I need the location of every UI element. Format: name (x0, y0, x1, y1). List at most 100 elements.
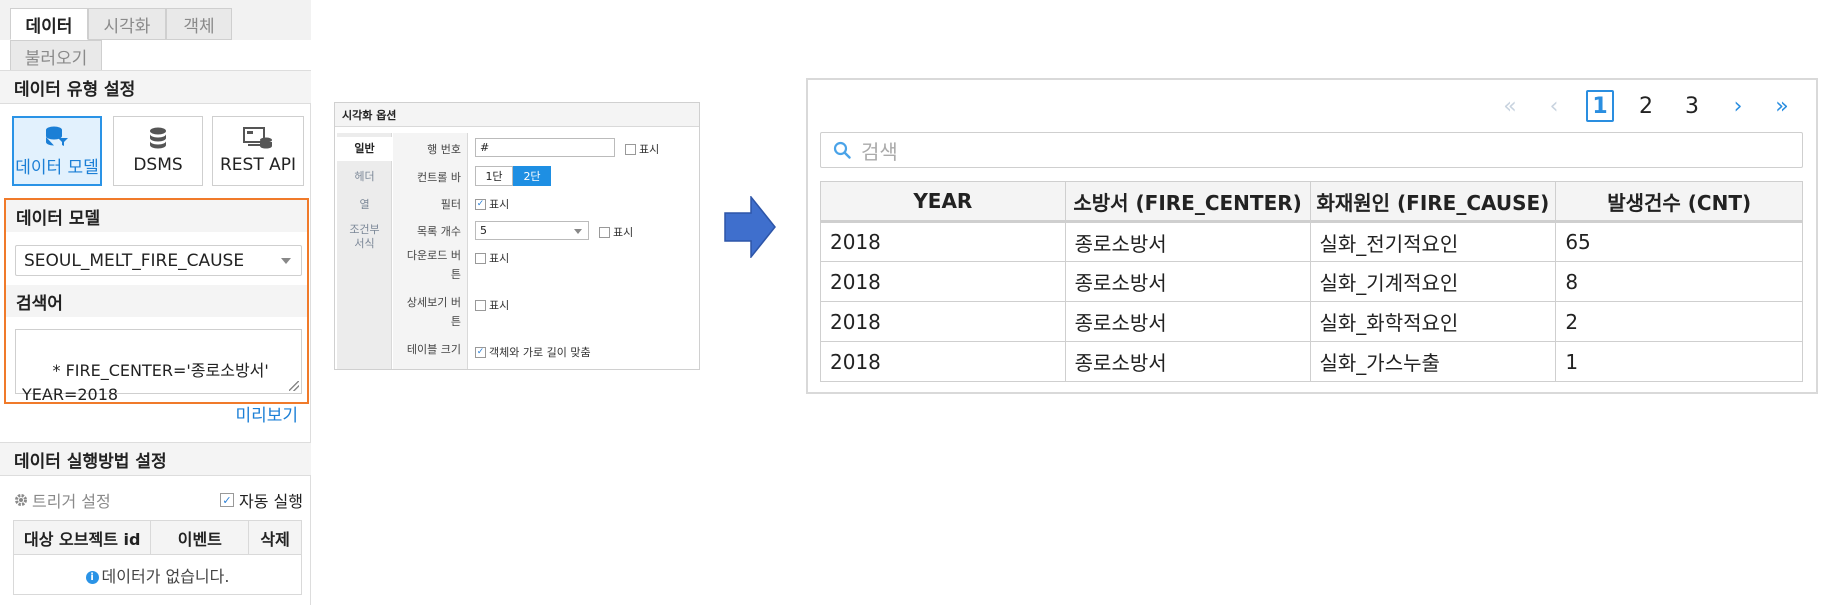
checkbox-unchecked-icon (475, 299, 486, 311)
trigger-row: 트리거 설정 ✓ 자동 실행 (0, 480, 311, 516)
list-count-show-checkbox[interactable]: 표시 (599, 224, 633, 240)
col-fire-cause[interactable]: 화재원인 (FIRE_CAUSE) (1309, 181, 1557, 223)
info-icon: i (85, 570, 99, 584)
tab-data[interactable]: 데이터 (10, 8, 88, 40)
type-data-model-button[interactable]: 데이터 모델 (12, 116, 102, 186)
table-row: 2018 종로소방서 실화_기계적요인 8 (820, 261, 1803, 302)
row-number-input[interactable]: # (475, 138, 615, 157)
tab-visualization[interactable]: 시각화 (88, 8, 166, 40)
col-year[interactable]: YEAR (820, 181, 1066, 223)
auto-run-checkbox[interactable]: ✓ 자동 실행 (220, 488, 303, 512)
type-dsms-label: DSMS (133, 155, 183, 175)
side-tab-conditional-format[interactable]: 조건부 서식 (337, 223, 392, 255)
first-page-button[interactable]: « (1496, 90, 1524, 122)
cell-year: 2018 (820, 341, 1066, 382)
trigger-table-header-row: 대상 오브젝트 id 이벤트 삭제 (12, 520, 302, 555)
gear-icon (15, 494, 27, 506)
table-row: 2018 종로소방서 실화_가스누출 1 (820, 341, 1803, 382)
database-icon (150, 127, 166, 149)
search-term-textarea[interactable]: * FIRE_CENTER='종로소방서' YEAR=2018 (15, 329, 302, 404)
filter-show-label: 표시 (489, 198, 510, 211)
last-page-button[interactable]: » (1768, 90, 1796, 122)
label-detail-button: 상세보기 버 튼 (406, 296, 461, 328)
trigger-settings-label: 트리거 설정 (32, 492, 111, 511)
checkbox-unchecked-icon (475, 252, 486, 264)
download-button-show-label: 표시 (489, 252, 510, 265)
right-arrow-icon (724, 196, 776, 258)
filter-show-checkbox[interactable]: ✓ 표시 (475, 196, 509, 212)
list-count-value: 5 (480, 224, 487, 237)
detail-button-show-label: 표시 (489, 299, 510, 312)
row-number-show-checkbox[interactable]: 표시 (625, 141, 659, 157)
cell-fire-center: 종로소방서 (1064, 261, 1311, 302)
control-bar-2-column-button[interactable]: 2단 (513, 166, 551, 186)
trigger-table: 대상 오브젝트 id 이벤트 삭제 i 데이터가 없습니다. (12, 520, 302, 595)
cell-fire-cause: 실화_화학적요인 (1309, 301, 1557, 342)
data-model-select-value: SEOUL_MELT_FIRE_CAUSE (24, 250, 245, 271)
execution-section-header: 데이터 실행방법 설정 (0, 442, 311, 476)
trigger-settings-button[interactable]: 트리거 설정 (14, 488, 111, 512)
label-list-count: 목록 개수 (417, 225, 461, 238)
prev-page-button[interactable]: ‹ (1540, 90, 1568, 122)
table-preview-panel: « ‹ 1 2 3 › » 검색 YEAR 소방서 (FIRE_CENTER) … (806, 78, 1818, 394)
data-model-header: 데이터 모델 (6, 200, 307, 232)
cell-cnt: 2 (1555, 301, 1803, 342)
option-labels-column: 행 번호 컨트롤 바 필터 목록 개수 다운로드 버 튼 상세보기 버 튼 테이… (393, 133, 468, 369)
search-term-header: 검색어 (6, 285, 307, 317)
preview-link[interactable]: 미리보기 (235, 401, 298, 426)
table-size-fit-label: 객체와 가로 길이 맞춤 (489, 346, 591, 359)
label-filter: 필터 (440, 198, 461, 211)
next-page-button[interactable]: › (1724, 90, 1752, 122)
detail-button-show-checkbox[interactable]: 표시 (475, 297, 509, 313)
side-tab-column[interactable]: 열 (337, 193, 392, 217)
type-dsms-button[interactable]: DSMS (113, 116, 203, 186)
col-cnt[interactable]: 발생건수 (CNT) (1555, 181, 1803, 223)
download-button-show-checkbox[interactable]: 표시 (475, 250, 509, 266)
row-number-show-label: 표시 (639, 143, 660, 156)
list-count-select[interactable]: 5 (475, 221, 589, 240)
trigger-col-event: 이벤트 (150, 520, 250, 555)
page-2-button[interactable]: 2 (1632, 90, 1660, 122)
data-model-select[interactable]: SEOUL_MELT_FIRE_CAUSE (15, 245, 302, 276)
col-fire-center[interactable]: 소방서 (FIRE_CENTER) (1064, 181, 1311, 223)
data-model-highlight-box: 데이터 모델 SEOUL_MELT_FIRE_CAUSE 검색어 * FIRE_… (4, 198, 309, 404)
table-size-fit-checkbox[interactable]: ✓ 객체와 가로 길이 맞춤 (475, 344, 591, 360)
cell-fire-center: 종로소방서 (1064, 221, 1311, 262)
database-filter-icon (46, 126, 68, 146)
type-rest-api-label: REST API (219, 155, 297, 175)
panel-tab-bar: 데이터 시각화 객체 불러오기 (0, 0, 311, 72)
page-3-button[interactable]: 3 (1678, 90, 1706, 122)
checkbox-checked-icon: ✓ (220, 493, 235, 507)
checkbox-unchecked-icon (625, 143, 636, 155)
cell-fire-center: 종로소방서 (1064, 301, 1311, 342)
cell-fire-cause: 실화_전기적요인 (1309, 221, 1557, 262)
label-control-bar: 컨트롤 바 (417, 171, 461, 184)
cell-cnt: 1 (1555, 341, 1803, 382)
visualization-side-tabs: 일반 헤더 열 조건부 서식 (337, 133, 392, 369)
search-icon (833, 141, 851, 159)
checkbox-unchecked-icon (599, 226, 610, 238)
label-row-number: 행 번호 (427, 143, 461, 156)
chevron-down-icon (281, 258, 291, 264)
type-rest-api-button[interactable]: REST API (212, 116, 304, 186)
visualization-options-title: 시각화 옵션 (335, 103, 699, 127)
search-input[interactable]: 검색 (820, 132, 1803, 168)
table-row: 2018 종로소방서 실화_전기적요인 65 (820, 221, 1803, 262)
side-tab-general[interactable]: 일반 (337, 137, 392, 161)
control-bar-1-column-button[interactable]: 1단 (475, 166, 513, 186)
side-tab-header[interactable]: 헤더 (337, 165, 392, 189)
checkbox-checked-icon: ✓ (475, 346, 486, 358)
label-table-size: 테이블 크기 (406, 343, 461, 356)
tab-object[interactable]: 객체 (166, 8, 232, 40)
api-icon (243, 127, 272, 149)
resize-grip-icon[interactable] (289, 381, 299, 391)
tab-load[interactable]: 불러오기 (10, 40, 102, 72)
page-1-button[interactable]: 1 (1586, 90, 1614, 122)
trigger-col-target: 대상 오브젝트 id (12, 520, 152, 555)
data-type-section-header: 데이터 유형 설정 (0, 70, 311, 104)
trigger-empty-text: 데이터가 없습니다. (101, 566, 230, 586)
cell-year: 2018 (820, 221, 1066, 262)
checkbox-checked-icon: ✓ (475, 198, 486, 210)
row-number-value: # (480, 141, 490, 154)
list-count-show-label: 표시 (613, 226, 634, 239)
